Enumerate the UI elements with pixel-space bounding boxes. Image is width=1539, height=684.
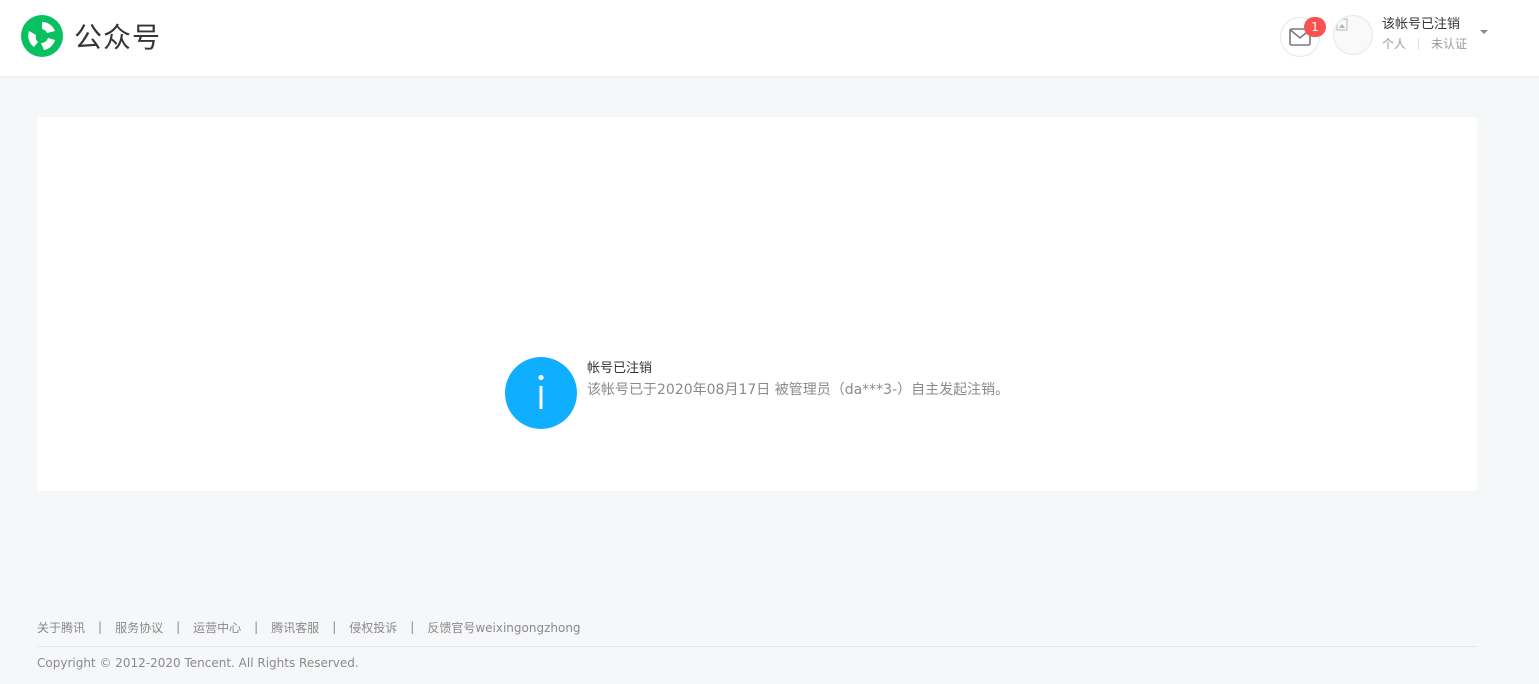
footer-link-feedback-account[interactable]: 反馈官号weixingongzhong (427, 619, 580, 636)
caret-down-icon[interactable] (1480, 30, 1488, 34)
footer-link-operations-center[interactable]: 运营中心 (193, 619, 241, 636)
account-closed-notice: 帐号已注销 该帐号已于2020年08月17日 被管理员（da***3-）自主发起… (505, 357, 1009, 429)
info-icon (505, 357, 577, 429)
notice-description: 该帐号已于2020年08月17日 被管理员（da***3-）自主发起注销。 (587, 382, 1010, 398)
footer-link-infringement-report[interactable]: 侵权投诉 (349, 619, 397, 636)
messages-button[interactable]: 1 (1280, 17, 1326, 57)
logo-link[interactable]: 公众号 (20, 15, 161, 57)
account-meta: 个人 未认证 (1382, 36, 1492, 52)
avatar[interactable] (1333, 15, 1373, 55)
account-menu[interactable]: 该帐号已注销 个人 未认证 (1382, 16, 1492, 58)
main-panel: 帐号已注销 该帐号已于2020年08月17日 被管理员（da***3-）自主发起… (37, 117, 1477, 491)
logo-text: 公众号 (74, 21, 162, 54)
footer-separator: | (176, 620, 181, 634)
message-count-badge: 1 (1304, 17, 1326, 37)
account-name: 该帐号已注销 (1382, 17, 1461, 32)
notice-body: 帐号已注销 该帐号已于2020年08月17日 被管理员（da***3-）自主发起… (587, 359, 1009, 401)
footer-links: 关于腾讯 | 服务协议 | 运营中心 | 腾讯客服 | 侵权投诉 | 反馈官号w… (37, 618, 581, 636)
footer-divider (37, 646, 1477, 647)
footer-link-customer-service[interactable]: 腾讯客服 (271, 619, 319, 636)
wechat-logo-icon (21, 15, 63, 57)
copyright: Copyright © 2012-2020 Tencent. All Right… (37, 656, 359, 670)
account-type: 个人 (1382, 37, 1407, 51)
meta-divider (1418, 38, 1420, 50)
notice-title: 帐号已注销 (587, 361, 653, 376)
footer-separator: | (332, 620, 337, 634)
footer-separator: | (254, 620, 259, 634)
verification-status: 未认证 (1431, 37, 1468, 51)
footer-link-about-tencent[interactable]: 关于腾讯 (37, 619, 85, 636)
broken-image-icon (1336, 18, 1348, 31)
footer-separator: | (410, 620, 415, 634)
footer-link-service-agreement[interactable]: 服务协议 (115, 619, 163, 636)
top-bar: 公众号 1 该帐号已注销 个人 未认证 (0, 0, 1539, 76)
footer-separator: | (98, 620, 103, 634)
